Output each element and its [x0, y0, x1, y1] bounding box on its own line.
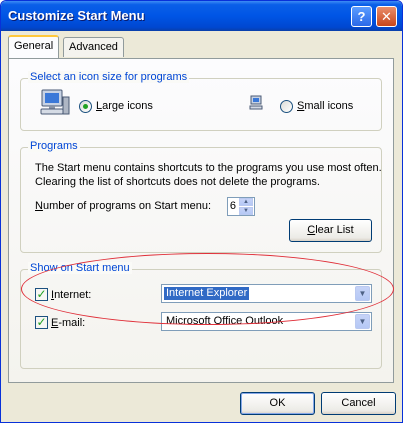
chevron-down-icon[interactable]: ▼	[355, 314, 370, 329]
close-icon: ✕	[381, 9, 392, 24]
question-icon: ?	[357, 9, 366, 24]
cancel-button[interactable]: Cancel	[321, 392, 396, 415]
programs-count-value[interactable]: 6	[230, 200, 236, 212]
stepper-up-icon[interactable]: ▲	[239, 198, 253, 206]
email-label[interactable]: E-mail:	[51, 317, 85, 329]
programs-description-2: Clearing the list of shortcuts does not …	[35, 176, 320, 188]
small-computer-icon	[249, 95, 263, 110]
internet-label[interactable]: Internet:	[51, 289, 91, 301]
icon-size-legend: Select an icon size for programs	[28, 71, 190, 83]
show-on-start-legend: Show on Start menu	[28, 262, 132, 274]
clear-list-button[interactable]: Clear List	[289, 219, 372, 242]
title-bar[interactable]: Customize Start Menu ? ✕	[1, 1, 402, 31]
programs-count-label: Number of programs on Start menu:	[35, 200, 212, 212]
window-title: Customize Start Menu	[8, 8, 145, 23]
internet-browser-value: Internet Explorer	[162, 286, 251, 301]
programs-description-1: The Start menu contains shortcuts to the…	[35, 162, 382, 174]
customize-start-menu-dialog: Customize Start Menu ? ✕ General Advance…	[0, 0, 403, 423]
stepper-down-icon[interactable]: ▼	[239, 207, 253, 215]
internet-checkbox[interactable]: ✓	[35, 288, 48, 301]
email-client-select[interactable]: Microsoft Office Outlook ▼	[161, 312, 372, 331]
help-button[interactable]: ?	[351, 6, 372, 27]
large-icons-label[interactable]: Large icons	[96, 100, 153, 112]
programs-legend: Programs	[28, 140, 80, 152]
email-checkbox[interactable]: ✓	[35, 316, 48, 329]
tab-general[interactable]: General	[8, 35, 60, 58]
close-button[interactable]: ✕	[376, 6, 397, 27]
internet-browser-select[interactable]: Internet Explorer ▼	[161, 284, 372, 303]
programs-count-stepper[interactable]: 6 ▲ ▼	[227, 197, 255, 216]
email-client-value: Microsoft Office Outlook	[166, 315, 284, 327]
chevron-down-icon[interactable]: ▼	[355, 286, 370, 301]
large-computer-icon	[40, 89, 70, 115]
small-icons-label[interactable]: Small icons	[297, 100, 353, 112]
ok-button[interactable]: OK	[240, 392, 315, 415]
large-icons-radio[interactable]	[79, 100, 92, 113]
tab-advanced[interactable]: Advanced	[63, 37, 124, 57]
small-icons-radio[interactable]	[280, 100, 293, 113]
